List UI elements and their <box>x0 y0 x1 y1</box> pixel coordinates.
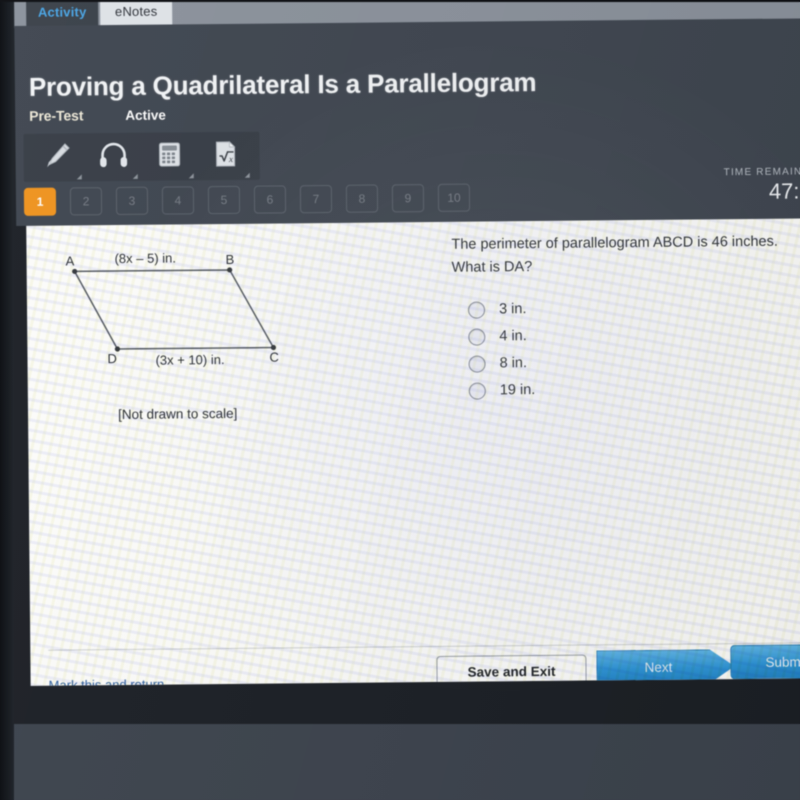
tab-enotes-label: eNotes <box>114 3 158 19</box>
tab-enotes[interactable]: eNotes <box>100 0 173 28</box>
calculator-icon <box>152 137 186 176</box>
formula-tool-button[interactable]: x <box>197 132 253 181</box>
answer-choice-4-label: 19 in. <box>499 382 536 399</box>
footer-divider <box>48 642 800 651</box>
submit-button[interactable]: Submit <box>730 644 800 680</box>
question-number-1[interactable]: 1 <box>23 187 57 216</box>
formula-icon: x <box>208 136 242 175</box>
question-number-2[interactable]: 2 <box>69 187 103 216</box>
answer-choice-3-label: 8 in. <box>499 355 528 372</box>
save-and-exit-button[interactable]: Save and Exit <box>436 654 587 686</box>
vertex-label-d: D <box>107 351 117 367</box>
question-number-2-label: 2 <box>82 194 90 209</box>
radio-button-icon[interactable] <box>468 382 486 400</box>
submit-label: Submit <box>765 653 800 670</box>
question-number-4-label: 4 <box>174 193 182 208</box>
highlighter-icon <box>40 138 74 177</box>
figure-caption: [Not drawn to scale] <box>117 405 238 423</box>
question-block: The perimeter of parallelogram ABCD is 4… <box>451 230 800 405</box>
parallelogram-figure: A B C D (8x – 5) in. (3x + 10) in. [Not … <box>44 237 346 423</box>
monitor-bezel-left <box>0 0 14 800</box>
answer-choices: 3 in. 4 in. 8 in. 19 in. <box>452 293 800 405</box>
calculator-tool-button[interactable] <box>141 132 197 181</box>
time-remaining-label: TIME REMAINING <box>723 166 800 179</box>
question-number-5-label: 5 <box>220 192 228 208</box>
vertex-label-b: B <box>225 251 235 267</box>
question-number-6-label: 6 <box>266 192 274 207</box>
question-number-10-label: 10 <box>447 190 461 205</box>
page-title: Proving a Quadrilateral Is a Parallelogr… <box>28 66 537 102</box>
photographed-screen: Activity eNotes Proving a Quadrilateral … <box>0 0 800 800</box>
radio-button-icon[interactable] <box>467 301 486 319</box>
monitor-bezel-bottom <box>0 724 800 800</box>
radio-button-icon[interactable] <box>468 355 486 373</box>
question-number-8[interactable]: 8 <box>345 184 379 213</box>
audio-tool-button[interactable] <box>85 133 141 182</box>
status-badge: Active <box>125 107 166 123</box>
save-and-exit-label: Save and Exit <box>467 663 556 680</box>
question-number-8-label: 8 <box>358 191 366 206</box>
question-number-4[interactable]: 4 <box>161 186 195 215</box>
question-number-nav: 1 2 3 4 5 6 7 8 9 10 <box>23 183 484 216</box>
side-dc-length-label: (3x + 10) in. <box>155 351 225 368</box>
vertex-label-a: A <box>65 253 75 269</box>
headphones-icon <box>96 137 130 176</box>
assessment-header: Proving a Quadrilateral Is a Parallelogr… <box>14 18 800 226</box>
assessment-meta: Pre-Test Active <box>29 107 166 124</box>
answer-choice-1-label: 3 in. <box>498 301 527 318</box>
assessment-page: Activity eNotes Proving a Quadrilateral … <box>14 0 800 734</box>
side-ab-length-label: (8x – 5) in. <box>114 250 177 267</box>
tool-palette: x <box>23 131 260 182</box>
answer-choice-3[interactable]: 8 in. <box>452 347 800 378</box>
question-number-9-label: 9 <box>404 191 412 206</box>
question-number-9[interactable]: 9 <box>391 184 425 213</box>
time-remaining: TIME REMAINING 47:36 <box>724 166 800 205</box>
test-type-label: Pre-Test <box>29 107 84 124</box>
question-number-1-label: 1 <box>36 194 44 209</box>
question-number-3[interactable]: 3 <box>115 186 149 216</box>
question-number-5[interactable]: 5 <box>207 185 241 215</box>
question-number-7-label: 7 <box>312 192 320 207</box>
svg-text:x: x <box>228 153 233 163</box>
question-number-7[interactable]: 7 <box>299 184 333 214</box>
answer-choice-1[interactable]: 3 in. <box>452 293 800 324</box>
radio-button-icon[interactable] <box>468 328 486 346</box>
question-number-3-label: 3 <box>128 193 136 208</box>
question-content: A B C D (8x – 5) in. (3x + 10) in. [Not … <box>26 218 800 686</box>
question-stem: The perimeter of parallelogram ABCD is 4… <box>451 233 778 277</box>
mark-this-and-return-link[interactable]: Mark this and return <box>49 677 165 686</box>
vertex-label-c: C <box>269 349 279 365</box>
monitor-bezel-top <box>0 0 800 2</box>
question-number-10[interactable]: 10 <box>437 183 471 212</box>
question-number-6[interactable]: 6 <box>253 185 287 214</box>
highlighter-tool-button[interactable] <box>29 133 85 182</box>
tab-activity[interactable]: Activity <box>26 0 99 28</box>
tab-activity-label: Activity <box>37 3 87 20</box>
answer-choice-2[interactable]: 4 in. <box>452 320 800 351</box>
answer-choice-4[interactable]: 19 in. <box>453 374 800 405</box>
time-remaining-value: 47:36 <box>768 178 800 204</box>
next-button[interactable]: Next <box>596 649 734 684</box>
answer-choice-2-label: 4 in. <box>499 328 527 345</box>
next-label: Next <box>644 659 673 675</box>
